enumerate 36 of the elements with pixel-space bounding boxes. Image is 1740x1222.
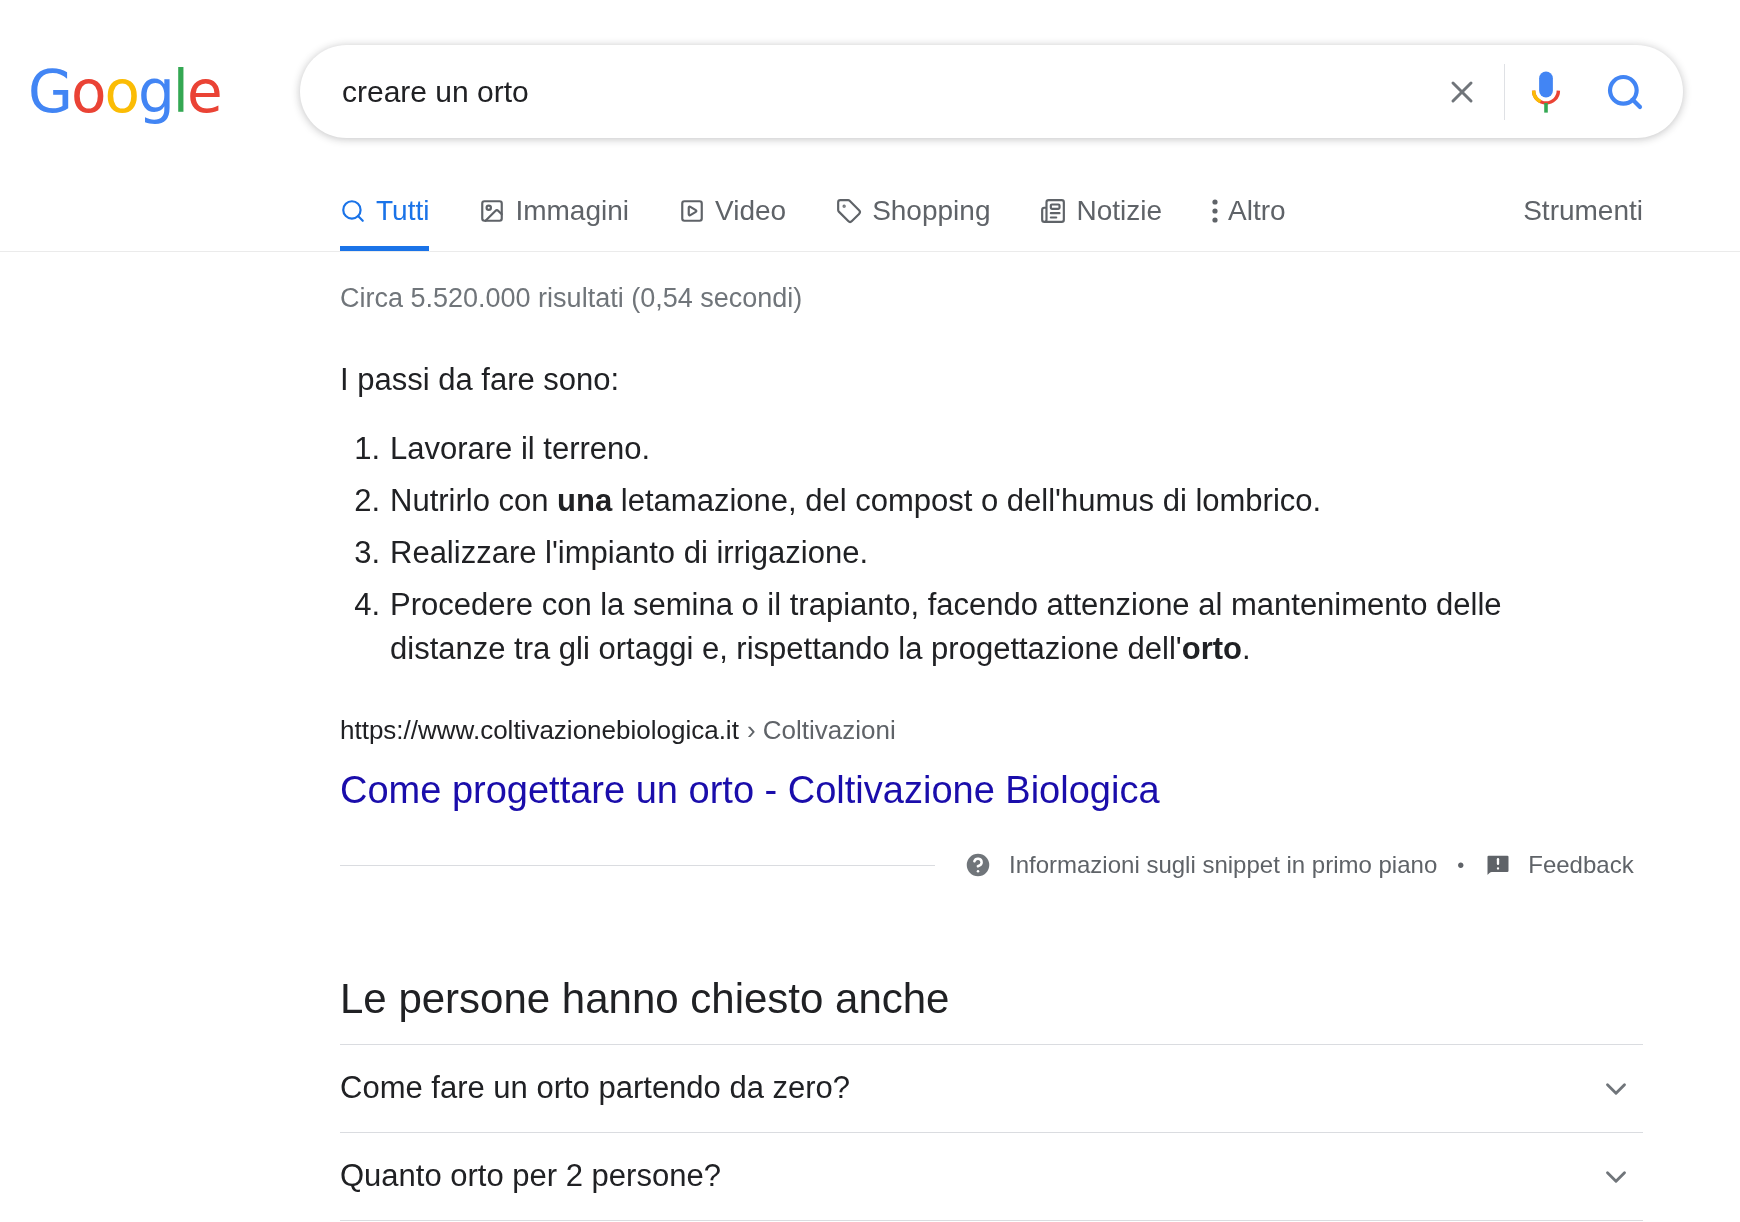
snippet-intro: I passi da fare sono:: [340, 360, 621, 399]
tab[interactable]: Shopping: [836, 176, 991, 251]
search-icon: [340, 198, 366, 224]
search-query[interactable]: creare un orto: [342, 75, 529, 108]
list-number: 3.: [353, 534, 380, 572]
tab[interactable]: Immagini: [479, 176, 629, 251]
section-heading: Le persone hanno chiesto anche: [340, 974, 951, 1024]
tab[interactable]: Notizie: [1040, 176, 1163, 251]
list-number: 1.: [353, 430, 380, 468]
play-icon: [679, 198, 705, 224]
list-number: 2.: [353, 482, 380, 520]
tab[interactable]: Tutti: [340, 176, 430, 251]
tab[interactable]: Altro: [1212, 176, 1286, 251]
tab[interactable]: Video: [679, 176, 787, 251]
breadcrumb: › Coltivazioni: [746, 714, 896, 747]
list-item: Nutrirlo con una letamazione, del compost o dell'humus di lombrico.: [390, 482, 1323, 520]
result-stats: Circa 5.520.000 risultati (0,54 secondi): [340, 282, 804, 315]
list-item: Procedere con la semina o il trapianto, facendo attenzione al mantenimento delle distanze tra gli ortaggi e, rispettando la progettazione dell'orto.: [390, 586, 1503, 668]
list-item: Lavorare il terreno.: [390, 430, 652, 468]
snippet-info-link[interactable]: Informazioni sugli snippet in primo piano: [1009, 847, 1438, 883]
newspaper-icon: [1040, 198, 1067, 224]
list-number: 4.: [353, 586, 380, 624]
more-icon: [1212, 199, 1219, 223]
feedback-link[interactable]: Feedback: [1528, 847, 1634, 883]
question-row[interactable]: Quanto orto per 2 persone?: [340, 1133, 1643, 1221]
search-bar[interactable]: creare un orto: [300, 45, 1683, 138]
tools-tab[interactable]: Strumenti: [1523, 176, 1643, 251]
result-title-link[interactable]: Come progettare un orto - Coltivazione Biologica: [340, 762, 1643, 819]
tag-icon: [836, 198, 863, 224]
help-icon[interactable]: [963, 850, 993, 880]
question-row[interactable]: Come fare un orto partendo da zero?: [340, 1045, 1643, 1133]
separator-dot: •: [1457, 853, 1465, 878]
image-icon: [479, 198, 506, 224]
list-item: Realizzare l'impianto di irrigazione.: [390, 534, 870, 572]
source-url: https://www.coltivazionebiologica.it: [340, 714, 739, 747]
microphone-icon[interactable]: [1529, 69, 1563, 114]
